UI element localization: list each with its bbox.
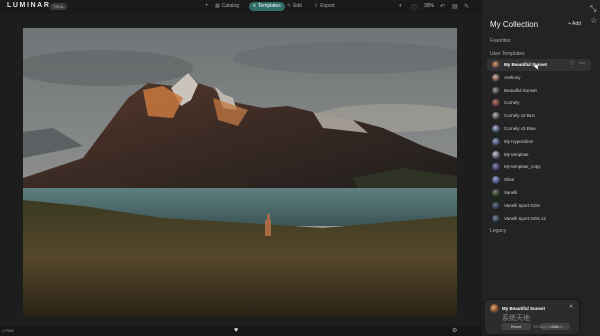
landscape-photo [23,28,457,316]
trial-badge: TRIAL [50,3,68,10]
user-templates-section[interactable]: User Templates [490,51,525,57]
sliders-icon: ≡ [253,3,256,9]
template-item[interactable]: Cornely x3 Blue [487,123,591,135]
template-item[interactable]: My Hyperdrive [487,136,591,148]
side-panel: My Collection + Add Favorites User Templ… [482,0,600,336]
template-thumbnail [492,112,500,121]
bottom-bar: 1.PNG ♥ ⚙ [0,326,482,336]
template-name: Vanelli Sport Grits x2 [504,215,546,221]
plus-icon[interactable]: + [205,3,209,9]
template-item[interactable]: My template [487,149,591,161]
reset-button[interactable]: Reset [501,323,531,330]
template-thumbnail [492,137,500,146]
pencil-icon: ✎ [287,3,292,9]
template-name: Anthony [504,74,521,80]
template-thumbnail [490,304,499,313]
tab-templates[interactable]: ≡ Templates [249,2,285,11]
template-thumbnail [492,73,500,82]
template-popup: My Beautiful Sunset ✕ Reset Edit [485,300,579,334]
tab-export[interactable]: ⇪ Export [314,2,335,11]
watermark-url: XiTongTianDi.net [533,324,564,329]
template-name: Vanelli Sport Grits [504,202,540,208]
template-item[interactable]: Vanelli Sport Grits x2 [487,213,591,225]
template-thumbnail [492,61,500,69]
info-icon[interactable]: ⓘ [411,3,417,12]
layout-icon[interactable]: ▤ [452,3,458,10]
favorites-section[interactable]: Favorites [490,38,511,44]
watermark-text: 系统天地 [502,315,530,322]
star-icon[interactable]: ☆ [590,16,597,25]
zoom-level[interactable]: 39% [424,3,434,9]
popup-template-name: My Beautiful Sunset [502,306,546,311]
template-thumbnail [492,214,500,223]
template-name: My Beautiful Sunset [504,62,548,67]
template-item[interactable]: Anthony [487,72,591,84]
template-thumbnail [492,86,500,95]
template-thumbnail [492,176,500,185]
more-icon[interactable]: ⋯ [579,60,585,67]
legacy-section[interactable]: Legacy [490,228,506,234]
heart-icon[interactable]: ♥ [234,327,238,334]
compare-icon[interactable]: ◐ [399,3,403,9]
template-thumbnail [492,150,500,159]
file-name: 1.PNG [2,328,15,333]
template-thumbnail [492,99,500,108]
tab-catalog[interactable]: ▦ Catalog [215,2,239,11]
template-item[interactable]: Cornely x2 BLK [487,110,591,122]
template-thumbnail [492,125,500,133]
tab-edit[interactable]: ✎ Edit [287,2,302,11]
template-item[interactable]: Vanelli [487,187,591,199]
template-name: My template_copy [504,164,541,170]
template-item[interactable]: My Beautiful Sunset ♡ ⋯ [487,59,591,71]
settings-icon[interactable]: ⚙ [452,327,457,334]
template-thumbnail [492,163,500,172]
panel-title: My Collection [490,20,539,29]
close-icon[interactable]: ✕ [569,304,573,310]
template-item[interactable]: My template_copy [487,161,591,173]
template-item[interactable]: Beautiful Sunset [487,85,591,97]
favorite-icon[interactable]: ♡ [570,61,574,67]
template-name: Beautiful Sunset [504,87,537,93]
grid-icon: ▦ [215,3,220,9]
template-name: My Hyperdrive [504,138,534,144]
template-item[interactable]: Cornely [487,97,591,109]
undo-icon[interactable]: ↶ [440,3,445,10]
template-name: Olive [504,177,515,183]
upload-icon: ⇪ [314,3,319,9]
template-thumbnail [492,189,500,197]
edit-icon[interactable]: ✎ [464,3,469,10]
template-name: Cornely x2 BLK [504,113,536,119]
template-item[interactable]: Olive [487,174,591,186]
add-button[interactable]: + Add [568,21,581,27]
template-name: Vanelli [504,190,518,195]
template-item[interactable]: Vanelli Sport Grits [487,200,591,212]
photo-canvas[interactable] [23,28,457,316]
collapse-icon[interactable]: ⤡ [590,4,596,14]
template-name: Cornely [504,100,520,106]
top-toolbar: LUMINAR 4.0 TRIAL + ▦Catalog ≡Templates … [0,0,482,14]
template-name: My template [504,151,529,157]
template-thumbnail [492,201,500,210]
template-name: Cornely x3 Blue [504,126,536,131]
